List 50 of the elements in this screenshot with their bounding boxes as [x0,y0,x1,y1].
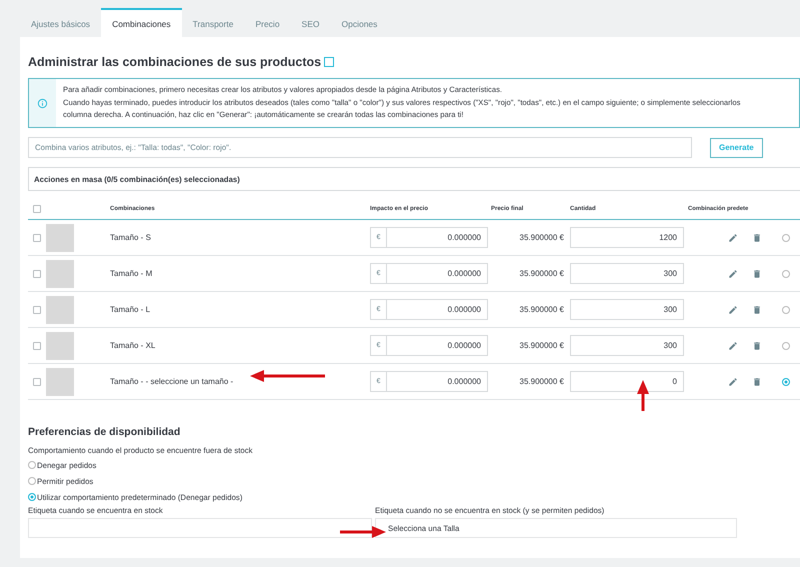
section-title: Preferencias de disponibilidad [28,426,182,438]
combination-name: Tamaño - L [110,305,152,314]
default-radio[interactable] [782,270,790,278]
radio-button[interactable] [28,477,36,485]
photo-placeholder [46,368,74,396]
final-price: 35.900000 € [520,341,564,350]
photo-placeholder [46,260,74,288]
price-impact-field[interactable]: 0.000000 [387,335,488,356]
tab[interactable]: Ajustes básicos [20,8,102,37]
default-radio[interactable] [782,378,790,386]
info-icon [37,98,48,108]
default-radio[interactable] [782,234,790,242]
combination-name: Tamaño - XL [110,341,156,350]
arrow-icon [637,380,649,411]
quantity-field[interactable]: 300 [570,263,684,284]
price-impact-field[interactable]: 0.000000 [387,227,488,248]
select-all-checkbox[interactable] [33,205,41,213]
arrow-icon [250,370,325,382]
default-radio[interactable] [782,306,790,314]
quantity-field[interactable]: 0 [570,371,684,392]
combination-name: Tamaño - - seleccione un tamaño - [110,377,234,386]
combination-name: Tamaño - S [110,233,152,242]
section-title: Administrar las combinaciones de sus productos [28,55,322,69]
help-icon[interactable] [324,57,334,67]
final-price: 35.900000 € [520,377,564,386]
combination-name: Tamaño - M [110,269,154,278]
final-price: 35.900000 € [520,305,564,314]
price-impact-field[interactable]: 0.000000 [387,299,488,320]
row-checkbox[interactable] [33,306,41,314]
radio-button[interactable] [28,461,36,469]
default-radio[interactable] [782,342,790,350]
photo-placeholder [46,224,74,252]
price-impact-field[interactable]: 0.000000 [387,371,488,392]
row-checkbox[interactable] [33,270,41,278]
quantity-field[interactable]: 300 [570,299,684,320]
arrow-icon [340,526,386,538]
row-checkbox[interactable] [33,234,41,242]
tab[interactable]: Transporte [182,8,244,37]
radio-button[interactable] [28,493,36,501]
row-checkbox[interactable] [33,342,41,350]
text-field[interactable] [28,518,372,538]
photo-placeholder [46,332,74,360]
row-checkbox[interactable] [33,378,41,386]
final-price: 35.900000 € [520,233,564,242]
quantity-field[interactable]: 1200 [570,227,684,248]
tab[interactable]: Combinaciones [101,8,182,37]
photo-placeholder [46,296,74,324]
price-impact-field[interactable]: 0.000000 [387,263,488,284]
quantity-field[interactable]: 300 [570,335,684,356]
final-price: 35.900000 € [520,269,564,278]
